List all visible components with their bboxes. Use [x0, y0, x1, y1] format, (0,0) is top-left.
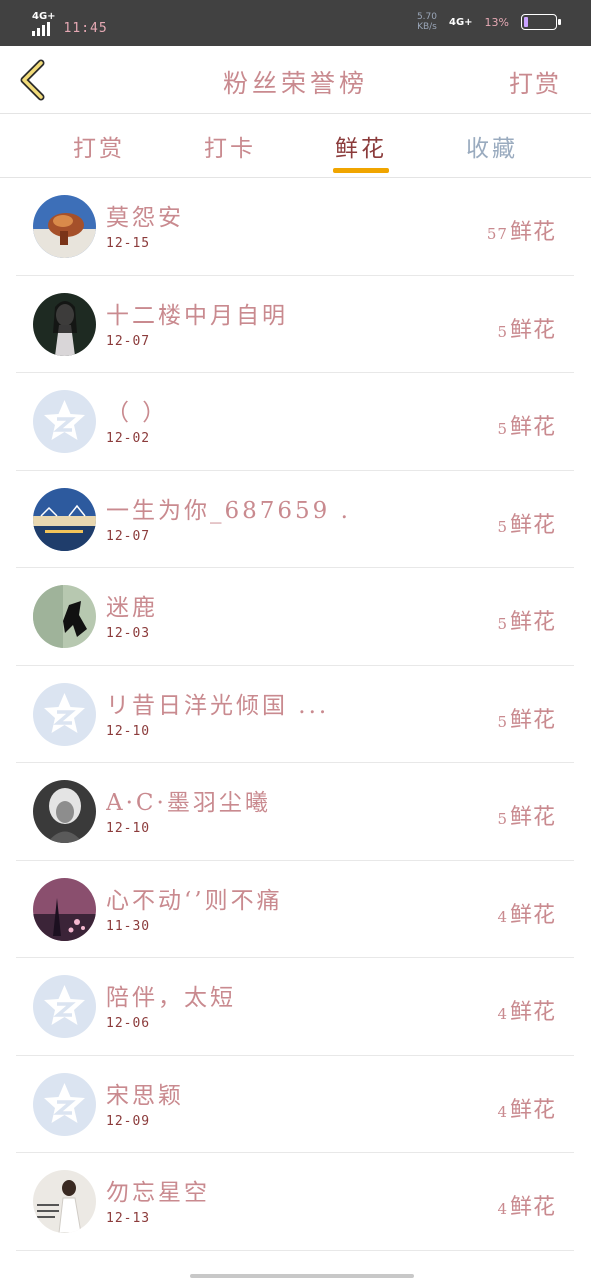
fan-date: 12-10 — [106, 821, 151, 836]
list-item[interactable]: （ ） 12-02 5鲜花 — [16, 373, 574, 471]
list-item[interactable]: 陪伴，太短 12-06 4鲜花 — [16, 958, 574, 1056]
status-left: 4G+ 11:45 — [32, 12, 108, 36]
signal-icon — [32, 22, 56, 36]
fan-name: 勿忘星空 — [106, 1180, 210, 1206]
flower-count: 4鲜花 — [497, 1000, 556, 1025]
flower-count: 57鲜花 — [486, 220, 556, 245]
list-item[interactable]: 一生为你_687659 ... 12-07 5鲜花 — [16, 471, 574, 568]
default-avatar-icon[interactable] — [33, 1072, 96, 1136]
fan-date: 12-13 — [106, 1211, 151, 1226]
list-item[interactable]: 勿忘星空 12-13 4鲜花 — [16, 1153, 574, 1251]
flower-count: 4鲜花 — [497, 1195, 556, 1220]
fan-date: 12-02 — [106, 431, 151, 446]
list-item[interactable]: 莫怨安 12-15 57鲜花 — [16, 178, 574, 276]
avatar[interactable] — [33, 1170, 96, 1233]
default-avatar-icon[interactable] — [33, 975, 96, 1038]
fan-date: 12-03 — [106, 626, 151, 641]
clock: 11:45 — [63, 21, 108, 36]
status-right: 5.70 KB/s 4G+ 13% — [416, 12, 561, 32]
flower-count: 5鲜花 — [497, 610, 556, 635]
fan-name: （ ） — [106, 400, 169, 426]
fan-name: 十二楼中月自明 — [106, 302, 288, 329]
fan-name: 一生为你_687659 ... — [106, 497, 346, 524]
tab-bar: 打赏 打卡 鲜花 收藏 — [0, 115, 591, 178]
flower-count: 5鲜花 — [497, 512, 556, 538]
fan-date: 12-15 — [106, 236, 151, 251]
battery-percent: 13% — [484, 15, 509, 29]
tab-flowers[interactable]: 鲜花 — [321, 129, 401, 163]
list-item[interactable]: A·C·墨羽尘曦 12-10 5鲜花 — [16, 763, 574, 861]
avatar[interactable] — [33, 780, 96, 843]
active-tab-indicator — [333, 168, 389, 173]
fan-rank-list: 莫怨安 12-15 57鲜花 十二楼中月自明 12-07 5鲜花 （ ） 12-… — [16, 178, 574, 1251]
fan-name: 宋思颖 — [106, 1082, 184, 1109]
list-item[interactable]: 十二楼中月自明 12-07 5鲜花 — [16, 276, 574, 373]
default-avatar-icon[interactable] — [33, 682, 96, 746]
home-indicator[interactable] — [190, 1274, 414, 1278]
tab-favorites[interactable]: 收藏 — [452, 129, 532, 163]
network-type: 4G+ — [32, 11, 56, 22]
list-item[interactable]: 迷鹿 12-03 5鲜花 — [16, 568, 574, 666]
top-bar: 粉丝荣誉榜 打赏 — [0, 46, 591, 114]
list-item[interactable]: 宋思颖 12-09 4鲜花 — [16, 1056, 574, 1153]
network-speed: 5.70 KB/s — [416, 12, 437, 32]
flower-count: 5鲜花 — [497, 805, 556, 830]
tab-reward[interactable]: 打赏 — [59, 129, 139, 163]
fan-name: リ昔日洋光倾国 ... — [106, 692, 330, 719]
fan-name: 莫怨安 — [106, 205, 184, 231]
reward-link[interactable]: 打赏 — [509, 64, 561, 99]
fan-name: A·C·墨羽尘曦 — [106, 790, 271, 816]
avatar[interactable] — [33, 195, 96, 258]
avatar[interactable] — [33, 292, 96, 356]
list-item[interactable]: リ昔日洋光倾国 ... 12-10 5鲜花 — [16, 666, 574, 763]
flower-count: 5鲜花 — [497, 317, 556, 343]
network-type-right: 4G+ — [449, 16, 473, 28]
flower-count: 4鲜花 — [497, 902, 556, 928]
avatar[interactable] — [33, 487, 96, 551]
fan-date: 12-07 — [106, 333, 151, 349]
battery-icon — [521, 14, 561, 30]
avatar[interactable] — [33, 877, 96, 941]
default-avatar-icon[interactable] — [33, 390, 96, 453]
page-title: 粉丝荣誉榜 — [222, 69, 368, 98]
flower-count: 5鲜花 — [497, 707, 556, 733]
avatar[interactable] — [33, 585, 96, 648]
flower-count: 4鲜花 — [497, 1097, 556, 1123]
tab-checkin[interactable]: 打卡 — [190, 129, 270, 163]
fan-name: 心不动‘’则不痛 — [106, 887, 283, 914]
list-item[interactable]: 心不动‘’则不痛 11-30 4鲜花 — [16, 861, 574, 958]
fan-name: 陪伴，太短 — [106, 985, 236, 1011]
fan-name: 迷鹿 — [106, 595, 158, 621]
fan-date: 12-07 — [106, 528, 151, 544]
fan-date: 12-09 — [106, 1113, 151, 1129]
status-bar: 4G+ 11:45 5.70 KB/s 4G+ 13% — [0, 0, 591, 46]
fan-date: 12-10 — [106, 723, 151, 739]
fan-date: 11-30 — [106, 918, 151, 934]
fan-date: 12-06 — [106, 1016, 151, 1031]
flower-count: 5鲜花 — [497, 415, 556, 440]
